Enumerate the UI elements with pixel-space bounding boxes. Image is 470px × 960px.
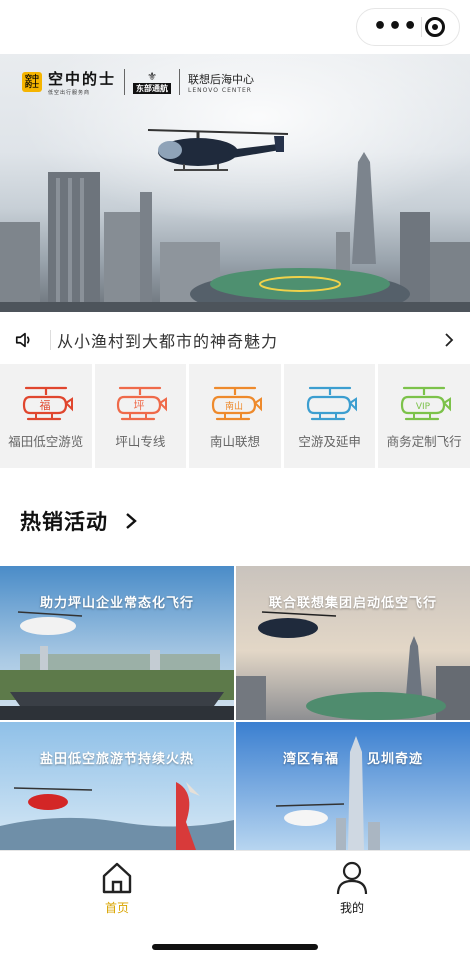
home-indicator — [152, 944, 318, 950]
user-icon — [336, 861, 368, 895]
helicopter-icon: 南山 — [211, 386, 262, 420]
activity-title: 盐田低空旅游节持续火热 — [39, 752, 194, 767]
category-item[interactable]: VIP 商务定制飞行 — [378, 364, 470, 468]
category-label: 空游及延申 — [298, 433, 361, 449]
speaker-icon — [15, 332, 30, 348]
activity-card-yantian[interactable]: 盐田低空旅游节持续火热 — [0, 722, 234, 850]
brand-lenovo-center: 联想后海中心 LENOVO CENTER — [188, 71, 254, 94]
category-badge: 福 — [39, 398, 50, 412]
category-badge: 坪 — [134, 399, 145, 412]
section-title: 热销活动 — [20, 510, 108, 534]
yantian-scene-image — [0, 722, 234, 850]
more-dots-icon[interactable]: ••• — [373, 16, 418, 38]
brand-sub-text: 低空出行服务商 — [48, 90, 91, 96]
hero-banner[interactable]: 空中的士 空中的士 低空出行服务商 ⚜ 东部通航 联想后海中心 LENOVO C… — [0, 54, 470, 312]
helicopter-icon: 坪 — [117, 386, 168, 420]
miniprogram-capsule: ••• — [356, 8, 460, 46]
brand-secondary: ⚜ 东部通航 — [133, 70, 172, 94]
target-icon[interactable] — [425, 17, 445, 37]
category-label: 福田低空游览 — [8, 433, 84, 449]
logo-divider-2 — [179, 69, 181, 95]
chevron-right-icon[interactable] — [442, 333, 456, 347]
activity-grid: 助力坪山企业常态化飞行 联合联想集团启动低空飞行 盐田低空旅游节持续火热 湾区有… — [0, 566, 470, 850]
brand3-cn: 联想后海中心 — [188, 72, 255, 86]
category-badge: 南山 — [225, 400, 243, 412]
wings-emblem-icon: ⚜ — [147, 70, 157, 83]
tab-mine-label: 我的 — [339, 901, 364, 915]
helicopter-icon: 福 — [22, 386, 73, 420]
category-label: 南山联想 — [209, 433, 260, 449]
lenovo-scene-image — [236, 566, 470, 720]
category-item[interactable]: 坪坪山专线 — [94, 364, 187, 468]
notice-bar[interactable]: 从小渔村到大都市的神奇魅力 — [0, 318, 470, 362]
hot-activities-header[interactable]: 热销活动 — [20, 506, 138, 536]
brand-logos: 空中的士 空中的士 低空出行服务商 ⚜ 东部通航 联想后海中心 LENOVO C… — [22, 68, 254, 96]
home-icon — [102, 862, 132, 894]
brand-primary: 空中的士 低空出行服务商 — [48, 68, 116, 96]
pingshan-scene-image — [0, 566, 234, 720]
city-skyline-illustration — [0, 152, 470, 312]
chevron-right-icon — [126, 513, 137, 529]
brand2-text: 东部通航 — [133, 83, 172, 94]
category-grid: 福福田低空游览坪坪山专线 南山 南山联想 空游及延申 VIP 商务定制飞行 — [0, 364, 470, 468]
bottom-tab-bar: 首页 我的 — [0, 850, 470, 960]
category-label: 坪山专线 — [115, 433, 166, 449]
brand3-en: LENOVO CENTER — [188, 86, 252, 94]
activity-card-bay-area[interactable]: 湾区有福 见圳奇迹 — [236, 722, 470, 850]
category-item[interactable]: 福福田低空游览 — [0, 364, 92, 468]
activity-title: 湾区有福 见圳奇迹 — [282, 752, 423, 767]
category-item[interactable]: 南山 南山联想 — [189, 364, 281, 468]
capsule-divider — [421, 17, 423, 37]
category-badge: VIP — [416, 402, 431, 412]
notice-text: 从小渔村到大都市的神奇魅力 — [57, 332, 279, 351]
helicopter-icon — [306, 386, 357, 420]
brand-badge-logo: 空中的士 — [22, 72, 42, 92]
activity-card-pingshan[interactable]: 助力坪山企业常态化飞行 — [0, 566, 234, 720]
activity-card-lenovo[interactable]: 联合联想集团启动低空飞行 — [236, 566, 470, 720]
brand-badge-text: 空中的士 — [25, 74, 39, 89]
brand-main-text: 空中的士 — [48, 70, 117, 88]
logo-divider — [124, 69, 126, 95]
activity-title: 联合联想集团启动低空飞行 — [268, 596, 437, 611]
helicopter-icon: VIP — [401, 386, 452, 420]
tab-home[interactable]: 首页 — [77, 861, 157, 916]
bay-area-scene-image — [236, 722, 470, 850]
notice-divider — [50, 330, 51, 350]
tab-mine[interactable]: 我的 — [312, 861, 392, 916]
activity-title: 助力坪山企业常态化飞行 — [39, 596, 194, 611]
category-label: 商务定制飞行 — [386, 433, 462, 449]
category-item[interactable]: 空游及延申 — [283, 364, 376, 468]
tab-home-label: 首页 — [104, 901, 129, 915]
